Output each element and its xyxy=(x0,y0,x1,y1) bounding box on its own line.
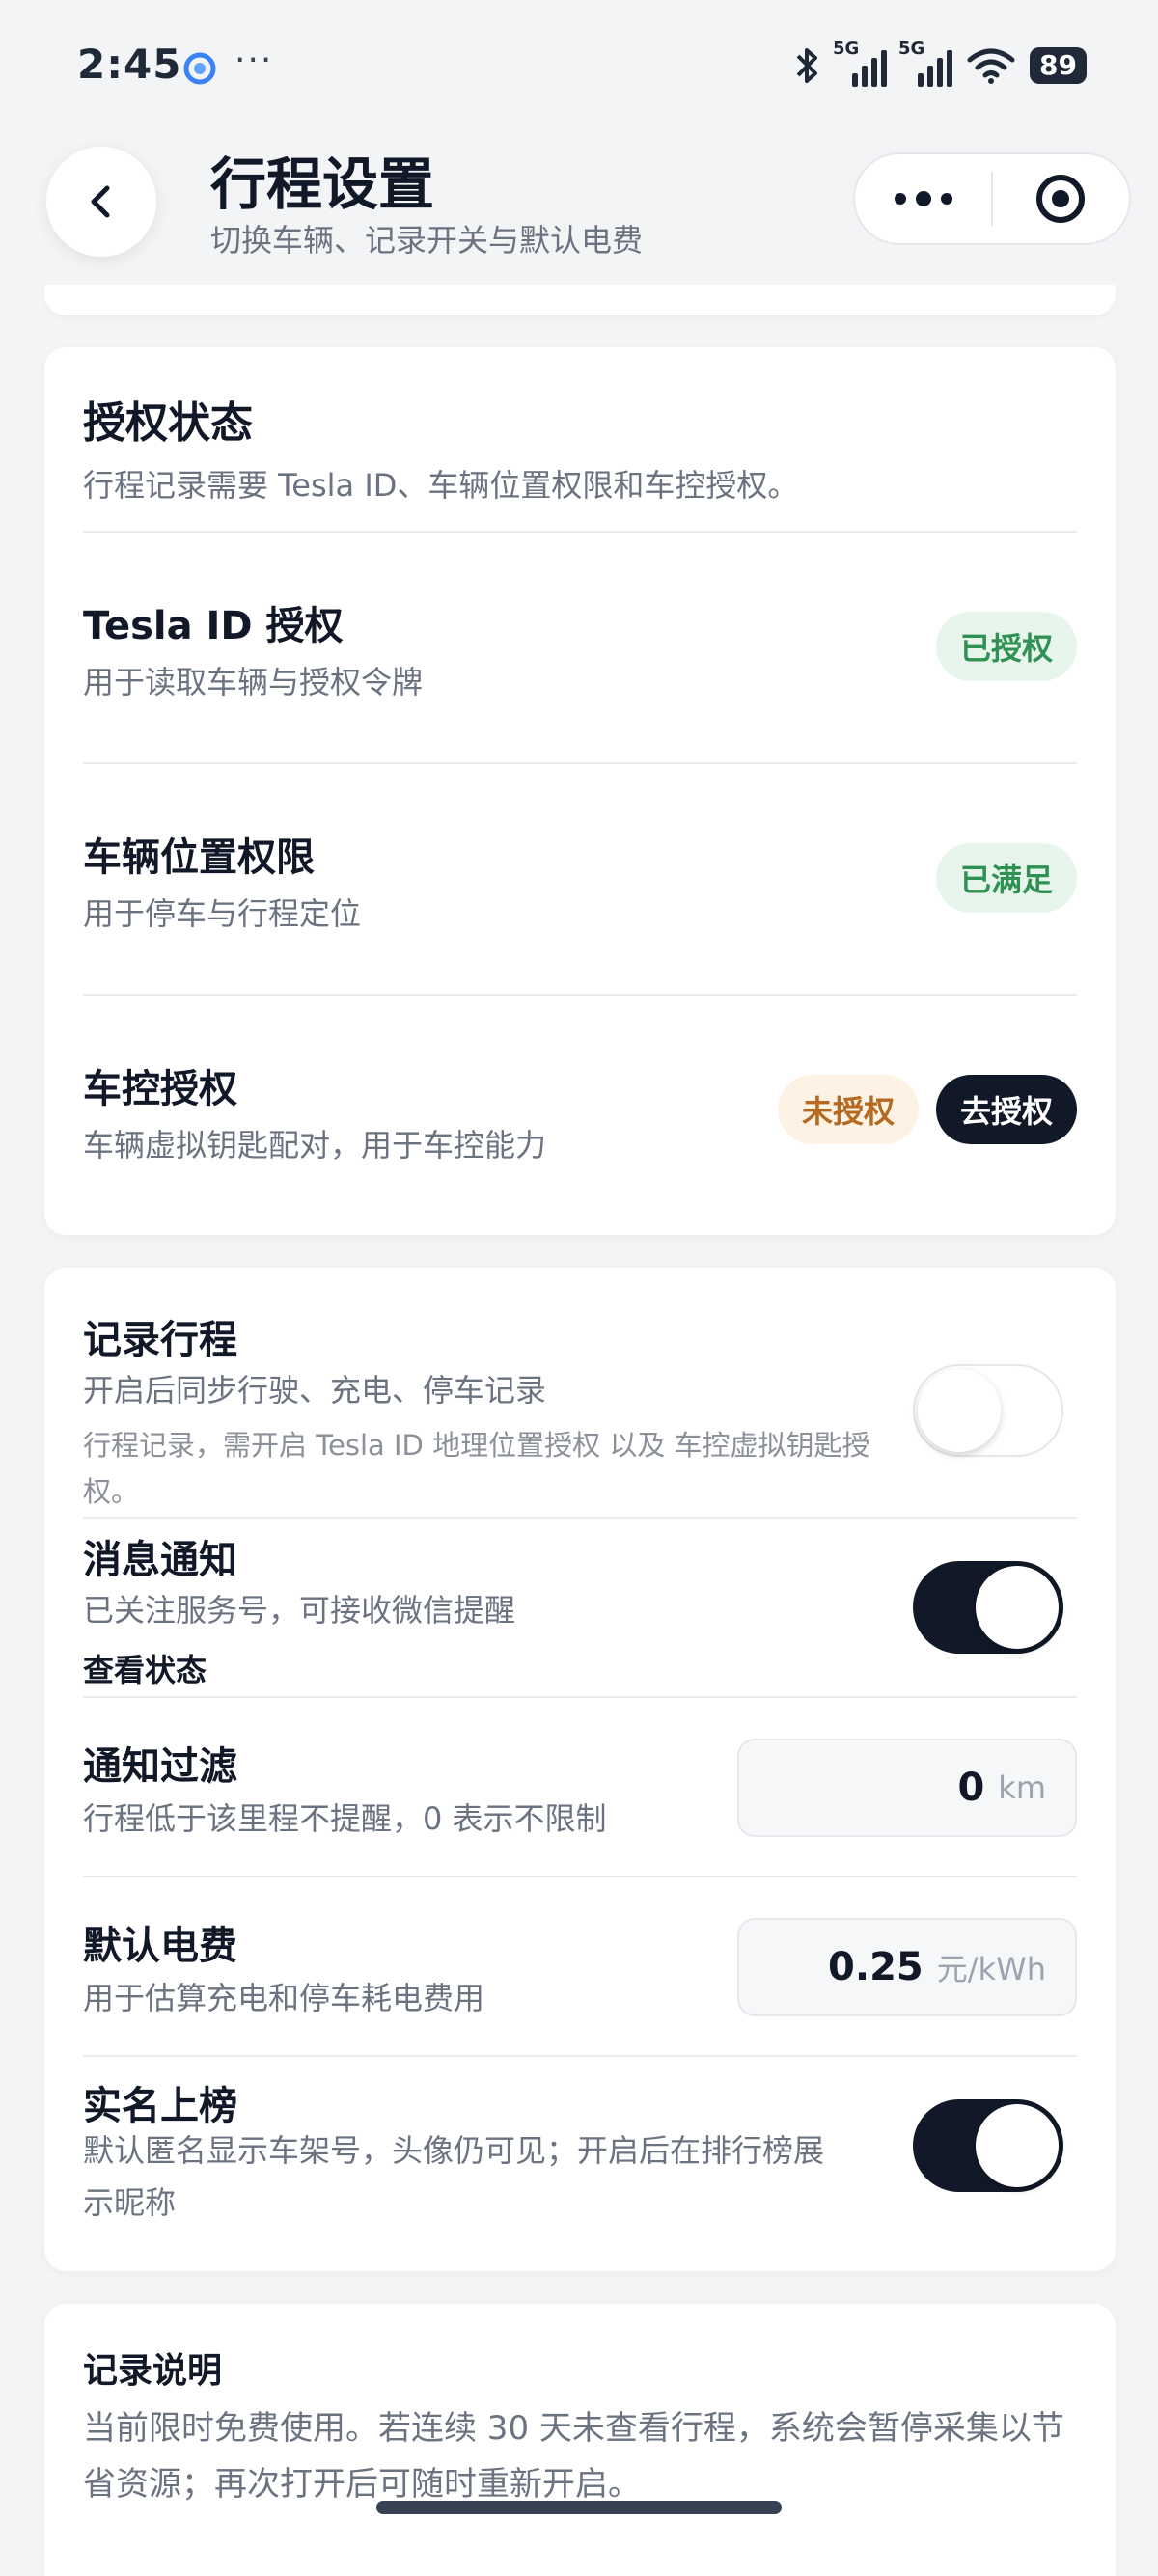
auth-status-card: 授权状态 行程记录需要 Tesla ID、车辆位置权限和车控授权。 Tesla … xyxy=(44,347,1116,1235)
default-price-unit: 元/kWh xyxy=(936,1951,1046,1987)
more-button[interactable] xyxy=(855,152,991,245)
notifications-title: 消息通知 xyxy=(83,1538,237,1582)
record-trip-desc: 开启后同步行驶、充电、停车记录 xyxy=(83,1372,547,1409)
car-control-status-badge: 未授权 xyxy=(778,1075,919,1144)
notify-filter-value: 0 xyxy=(957,1766,985,1810)
toggle-knob xyxy=(976,2104,1059,2187)
tesla-id-status-badge: 已授权 xyxy=(936,612,1077,681)
record-notes-title: 记录说明 xyxy=(83,2351,223,2391)
leaderboard-desc: 默认匿名显示车架号，头像仍可见；开启后在排行榜展示昵称 xyxy=(83,2132,825,2221)
toggle-knob xyxy=(976,1566,1059,1649)
cellular-signal-icon: 5G xyxy=(833,39,888,87)
divider xyxy=(83,994,1077,996)
location-permission-desc: 用于停车与行程定位 xyxy=(83,895,362,932)
page-subtitle: 切换车辆、记录开关与默认电费 xyxy=(210,222,644,259)
location-status-badge: 已满足 xyxy=(936,843,1077,913)
car-control-auth-desc: 车辆虚拟钥匙配对，用于车控能力 xyxy=(83,1127,547,1164)
status-more-dots: ··· xyxy=(234,41,274,80)
divider xyxy=(83,1517,1077,1519)
page-title: 行程设置 xyxy=(210,151,435,217)
auth-card-desc: 行程记录需要 Tesla ID、车辆位置权限和车控授权。 xyxy=(83,467,799,504)
notify-filter-unit: km xyxy=(998,1769,1046,1806)
notify-filter-input[interactable]: 0 km xyxy=(737,1739,1077,1837)
divider xyxy=(83,1696,1077,1698)
divider xyxy=(83,531,1077,533)
default-price-desc: 用于估算充电和停车耗电费用 xyxy=(83,1980,485,2016)
authorize-button[interactable]: 去授权 xyxy=(936,1075,1077,1144)
notifications-toggle[interactable] xyxy=(913,1561,1063,1654)
status-bar: 2:45 ··· 5G 5G 89 xyxy=(0,0,1158,135)
page-header: 行程设置 切换车辆、记录开关与默认电费 xyxy=(0,135,1158,299)
trip-settings-page: 2:45 ··· 5G 5G 89 行程设置 切换车辆、记录开关与默认电费 授权… xyxy=(0,0,1158,2576)
bluetooth-icon xyxy=(796,48,818,83)
view-status-link[interactable]: 查看状态 xyxy=(83,1646,207,1690)
wifi-icon xyxy=(967,48,1015,84)
record-trip-note: 行程记录，需开启 Tesla ID 地理位置授权 以及 车控虚拟钥匙授权。 xyxy=(83,1429,870,1508)
more-dots-icon xyxy=(894,191,952,206)
divider xyxy=(83,762,1077,764)
default-price-value: 0.25 xyxy=(828,1945,924,1989)
auth-card-title: 授权状态 xyxy=(83,398,253,448)
tesla-id-auth-desc: 用于读取车辆与授权令牌 xyxy=(83,664,424,700)
record-trip-title: 记录行程 xyxy=(83,1318,237,1362)
notifications-desc: 已关注服务号，可接收微信提醒 xyxy=(83,1592,516,1629)
location-permission-title: 车辆位置权限 xyxy=(83,836,315,880)
notify-filter-desc: 行程低于该里程不提醒，0 表示不限制 xyxy=(83,1800,607,1837)
mini-program-capsule xyxy=(853,152,1131,245)
toggle-knob xyxy=(918,1369,1001,1452)
record-trip-toggle[interactable] xyxy=(913,1364,1063,1457)
notify-filter-title: 通知过滤 xyxy=(83,1744,237,1789)
default-price-title: 默认电费 xyxy=(83,1924,237,1968)
status-indicators: 5G 5G 89 xyxy=(794,39,1087,87)
divider xyxy=(83,1876,1077,1877)
home-indicator[interactable] xyxy=(376,2501,782,2514)
divider xyxy=(83,2055,1077,2057)
close-miniprogram-button[interactable] xyxy=(993,152,1129,245)
tesla-id-auth-title: Tesla ID 授权 xyxy=(83,604,344,648)
target-circle-icon xyxy=(1036,175,1086,223)
car-control-auth-title: 车控授权 xyxy=(83,1067,237,1111)
record-notes-body: 当前限时免费使用。若连续 30 天未查看行程，系统会暂停采集以节省资源；再次打开… xyxy=(83,2409,1064,2504)
status-time: 2:45 xyxy=(77,41,182,88)
qq-browser-icon xyxy=(183,52,216,85)
leaderboard-title: 实名上榜 xyxy=(83,2084,237,2128)
default-price-input[interactable]: 0.25 元/kWh xyxy=(737,1918,1077,2016)
trip-settings-card: 记录行程 开启后同步行驶、充电、停车记录 行程记录，需开启 Tesla ID 地… xyxy=(44,1268,1116,2271)
leaderboard-toggle[interactable] xyxy=(913,2099,1063,2192)
cellular-signal-icon-2: 5G xyxy=(898,39,953,87)
chevron-left-icon xyxy=(91,185,110,218)
record-notes-card: 记录说明 当前限时免费使用。若连续 30 天未查看行程，系统会暂停采集以节省资源… xyxy=(44,2304,1116,2576)
battery-indicator: 89 xyxy=(1030,47,1087,84)
back-button[interactable] xyxy=(46,147,156,257)
previous-card-edge xyxy=(44,285,1116,315)
